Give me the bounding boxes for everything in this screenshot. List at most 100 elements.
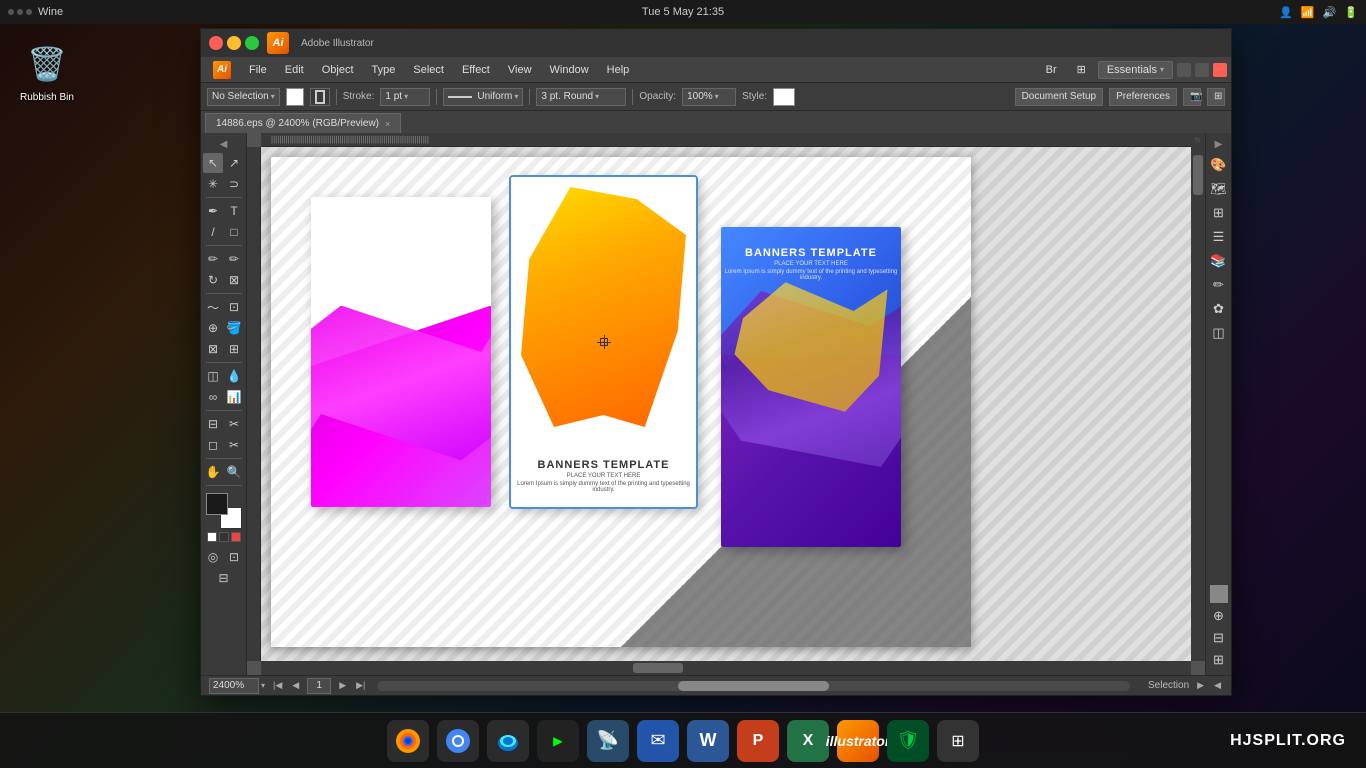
- preferences-button[interactable]: Preferences: [1109, 88, 1177, 106]
- taskbar-chromium[interactable]: [437, 720, 479, 762]
- menu-window[interactable]: Window: [542, 61, 597, 79]
- window-close-button[interactable]: [209, 36, 223, 50]
- nav-extra2[interactable]: ◀: [1212, 680, 1223, 691]
- menu-select[interactable]: Select: [405, 61, 452, 79]
- taskbar-edge[interactable]: [487, 720, 529, 762]
- layers-btn[interactable]: ⊞: [1208, 202, 1230, 224]
- blend-tool[interactable]: ∞: [203, 387, 223, 407]
- nav-next[interactable]: ▶: [337, 680, 348, 691]
- rect-tool[interactable]: □: [224, 222, 244, 242]
- eyedropper-tool[interactable]: 💧: [224, 366, 244, 386]
- dark-swatch[interactable]: [219, 532, 229, 542]
- rp-extra2[interactable]: ⊟: [1208, 627, 1230, 649]
- scale-tool[interactable]: ⊠: [224, 270, 244, 290]
- taskbar-email[interactable]: ✉: [637, 720, 679, 762]
- taskbar-terminal[interactable]: ▶: [537, 720, 579, 762]
- nav-extra[interactable]: ▶: [1195, 680, 1206, 691]
- scroll-thumb-v[interactable]: [1193, 155, 1203, 195]
- scroll-thumb-h[interactable]: [633, 663, 683, 673]
- window-maximize-button[interactable]: [245, 36, 259, 50]
- foreground-color-swatch[interactable]: [206, 493, 228, 515]
- nav-last[interactable]: ▶|: [354, 680, 367, 691]
- brush-dropdown[interactable]: 3 pt. Round ▾: [536, 88, 626, 106]
- page-number[interactable]: 1: [307, 678, 331, 694]
- chart-tool[interactable]: 📊: [224, 387, 244, 407]
- taskbar-network[interactable]: 📡: [587, 720, 629, 762]
- status-scroll-thumb[interactable]: [678, 681, 829, 691]
- taskbar-word[interactable]: W: [687, 720, 729, 762]
- menu-item-logo[interactable]: Ai: [205, 58, 239, 82]
- color-panel-btn[interactable]: 🎨: [1208, 154, 1230, 176]
- hand-tool[interactable]: ✋: [203, 462, 223, 482]
- camera-icon[interactable]: 📷: [1183, 88, 1201, 106]
- menu-object[interactable]: Object: [314, 61, 362, 79]
- stroke-type-dropdown[interactable]: Uniform ▾: [443, 88, 523, 106]
- menu-effect[interactable]: Effect: [454, 61, 498, 79]
- red-swatch[interactable]: [231, 532, 241, 542]
- lasso-tool[interactable]: ⊃: [224, 174, 244, 194]
- banner-card-right[interactable]: BANNERS TEMPLATE PLACE YOUR TEXT HERE Lo…: [721, 227, 901, 547]
- minimize-btn[interactable]: [1177, 63, 1191, 77]
- magic-wand-tool[interactable]: ✳: [203, 174, 223, 194]
- close-btn-menu[interactable]: [1213, 63, 1227, 77]
- artboards-tool[interactable]: ⊟: [214, 568, 234, 588]
- window-minimize-button[interactable]: [227, 36, 241, 50]
- status-scroll-track[interactable]: [377, 681, 1130, 691]
- stroke-panel-btn[interactable]: ◫: [1208, 322, 1230, 344]
- live-paint-tool[interactable]: 🪣: [224, 318, 244, 338]
- taskbar-powerpoint[interactable]: P: [737, 720, 779, 762]
- symbols-btn[interactable]: ✿: [1208, 298, 1230, 320]
- taskbar-kaspersky[interactable]: 🛡: [887, 720, 929, 762]
- zoom-tool[interactable]: 🔍: [224, 462, 244, 482]
- restore-btn[interactable]: [1195, 63, 1209, 77]
- zoom-level-display[interactable]: 2400%: [209, 678, 259, 694]
- gradient-tool[interactable]: ◫: [203, 366, 223, 386]
- selection-dropdown[interactable]: No Selection ▾: [207, 88, 280, 106]
- tab-close-button[interactable]: ×: [385, 119, 390, 129]
- library-btn[interactable]: 📚: [1208, 250, 1230, 272]
- taskbar-illustrator[interactable]: illustrator: [837, 720, 879, 762]
- menu-bridge[interactable]: Br: [1038, 61, 1065, 79]
- rp-extra1[interactable]: ⊕: [1208, 605, 1230, 627]
- taskbar-excel[interactable]: X: [787, 720, 829, 762]
- vertical-scrollbar[interactable]: [1191, 147, 1205, 661]
- fill-swatch[interactable]: [286, 88, 304, 106]
- brush-panel-btn[interactable]: ✏: [1208, 274, 1230, 296]
- mesh-tool[interactable]: ⊞: [224, 339, 244, 359]
- essentials-button[interactable]: Essentials ▾: [1098, 61, 1173, 79]
- nav-prev[interactable]: ◀: [290, 680, 301, 691]
- artboard-tool[interactable]: ⊟: [203, 414, 223, 434]
- menu-help[interactable]: Help: [599, 61, 638, 79]
- banner-card-center[interactable]: BANNERS TEMPLATE PLACE YOUR TEXT HERE Lo…: [511, 177, 696, 507]
- fullscreen-tool[interactable]: ⊡: [224, 547, 244, 567]
- stroke-dropdown[interactable]: 1 pt ▾: [380, 88, 430, 106]
- direct-selection-tool[interactable]: ↗: [224, 153, 244, 173]
- white-swatch[interactable]: [207, 532, 217, 542]
- menu-view[interactable]: View: [500, 61, 540, 79]
- panel-collapse-right[interactable]: ▶: [1213, 137, 1225, 152]
- type-tool[interactable]: T: [224, 201, 244, 221]
- eraser-tool[interactable]: ◻: [203, 435, 223, 455]
- perspective-tool[interactable]: ⊠: [203, 339, 223, 359]
- properties-btn[interactable]: ☰: [1208, 226, 1230, 248]
- menu-file[interactable]: File: [241, 61, 275, 79]
- slice-tool[interactable]: ✂: [224, 414, 244, 434]
- canvas-area[interactable]: ||||||||||||||||||||||||||||||||||||||||…: [247, 133, 1205, 675]
- line-tool[interactable]: /: [203, 222, 223, 242]
- shape-builder-tool[interactable]: ⊕: [203, 318, 223, 338]
- free-transform-tool[interactable]: ⊡: [224, 297, 244, 317]
- rubbish-bin-icon[interactable]: 🗑️ Rubbish Bin: [20, 40, 74, 103]
- style-swatch[interactable]: [773, 88, 795, 106]
- opacity-dropdown[interactable]: 100% ▾: [682, 88, 736, 106]
- taskbar-firefox[interactable]: [387, 720, 429, 762]
- banner-card-left[interactable]: BANNERS TEMPLATE PLACE YOUR TEXT HERE Lo…: [311, 197, 491, 507]
- navigator-btn[interactable]: 🗺: [1208, 178, 1230, 200]
- arrange-icon[interactable]: ⊞: [1207, 88, 1225, 106]
- doc-setup-button[interactable]: Document Setup: [1015, 88, 1104, 106]
- normal-view-tool[interactable]: ◎: [203, 547, 223, 567]
- menu-workspaces[interactable]: ⊞: [1069, 60, 1094, 79]
- pencil-tool[interactable]: ✏: [224, 249, 244, 269]
- paintbrush-tool[interactable]: ✏: [203, 249, 223, 269]
- taskbar-apps[interactable]: ⊞: [937, 720, 979, 762]
- menu-type[interactable]: Type: [364, 61, 404, 79]
